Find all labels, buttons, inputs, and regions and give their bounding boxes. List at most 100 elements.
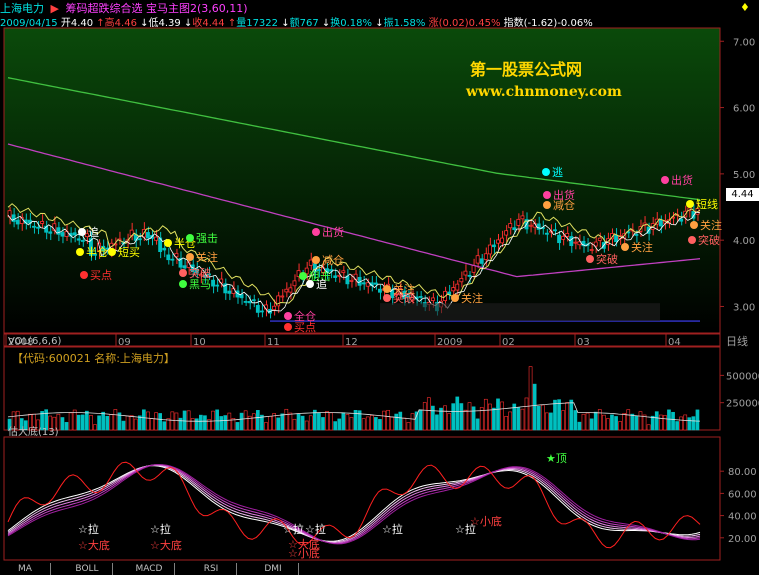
signal-label: 关注: [631, 240, 653, 254]
tab-ma[interactable]: MA: [0, 563, 51, 575]
volume-bar: [142, 409, 146, 431]
signal-dot: [78, 228, 86, 236]
volume-bar: [361, 418, 366, 431]
watermark-url[interactable]: www.chnmoney.com: [466, 84, 622, 100]
signal-dot: [186, 234, 194, 242]
candle-body: [597, 237, 602, 241]
candle-body: [634, 233, 639, 236]
volume-bar: [626, 409, 631, 431]
volume-bar: [345, 414, 350, 431]
volume-bar: [443, 405, 447, 431]
candle-body: [455, 283, 460, 291]
candle-body: [463, 270, 468, 276]
signal-label: 黑马: [189, 278, 211, 291]
bell-icon[interactable]: ♦: [740, 1, 752, 14]
candle-body: [373, 282, 378, 285]
volume-bar: [243, 410, 248, 431]
price-panel-background: [4, 28, 720, 333]
chart-canvas: 追半仓 短买买点半仓 强击关注突破黑马出货减仓狙击追全仓买点关注突破 关注逃出货减仓突…: [3, 27, 759, 561]
volume-bar: [549, 412, 553, 431]
volume-bar: [634, 415, 639, 431]
volume-bar: [646, 424, 651, 431]
candle-body: [243, 301, 248, 303]
candle-body: [496, 239, 500, 244]
volume-bar: [483, 398, 488, 431]
price-tick-label: 3.00: [733, 302, 755, 313]
tab-rsi[interactable]: RSI: [186, 563, 237, 575]
volume-bar: [292, 418, 297, 431]
candle-body: [145, 232, 150, 239]
indicator-band-line: [7, 464, 701, 543]
volume-bar: [264, 422, 268, 431]
candle-body: [483, 253, 488, 260]
date-axis-unit: 日线: [726, 334, 748, 348]
candle-body: [451, 287, 456, 292]
candle-body: [170, 258, 175, 261]
current-price-tag: 4.44: [726, 188, 759, 201]
volume-bar: [382, 410, 386, 431]
candle-body: [40, 221, 45, 224]
volume-label: 量: [236, 18, 247, 29]
indicator-frame: [3, 436, 721, 561]
signal-label: 关注: [461, 291, 483, 305]
signal-dot: [284, 312, 292, 320]
volume-bar: [581, 413, 586, 431]
amount-label: 额: [289, 18, 300, 29]
candle-body: [60, 232, 65, 237]
signal-dot: [80, 271, 88, 279]
volume-bar: [561, 410, 565, 431]
volume-bar: [683, 414, 688, 431]
volume-bar: [536, 405, 541, 431]
volume-bar: [695, 409, 700, 431]
candle-body: [475, 255, 480, 264]
volume-bar: [402, 417, 407, 431]
candle-body: [308, 259, 313, 266]
volume-bar: [276, 417, 281, 431]
candle-body: [288, 287, 293, 293]
indicator-tick-label: 80.00: [728, 467, 757, 478]
signal-dot: [543, 191, 551, 199]
volume-bar: [64, 422, 69, 431]
volume-bar: [341, 412, 346, 431]
volume-bar: [304, 420, 309, 431]
volume-bar: [133, 418, 138, 431]
volume-bar: [687, 417, 692, 431]
candle-body: [255, 305, 260, 313]
volume-bar: [113, 409, 118, 431]
volume-bar: [146, 411, 150, 431]
volume-bar: [121, 420, 126, 431]
volume-bar: [154, 412, 158, 431]
volume-bar: [378, 419, 382, 431]
volume-bar: [650, 415, 655, 431]
volume-bar: [284, 408, 289, 431]
volume-bar: [667, 409, 671, 431]
candle-body: [353, 273, 358, 280]
volume-bar: [369, 415, 374, 431]
volume-bar: [585, 412, 590, 431]
volume-bar: [593, 411, 598, 431]
volume-bar: [329, 412, 333, 431]
amplitude-value: 1.58%: [393, 18, 426, 29]
tab-dmi[interactable]: DMI: [248, 563, 299, 575]
candle-body: [215, 284, 220, 287]
signal-dot: [621, 243, 629, 251]
volume-bar: [618, 421, 622, 431]
signal-label: 半仓: [86, 245, 108, 259]
signal-dot: [312, 256, 320, 264]
signal-dot: [690, 221, 698, 229]
signal-dot: [688, 236, 696, 244]
candle-body: [72, 232, 77, 236]
volume-tick-label: 500000: [726, 371, 759, 382]
volume-bar: [557, 399, 561, 431]
volume-bar: [577, 421, 582, 431]
candle-body: [365, 282, 370, 287]
tab-macd[interactable]: MACD: [124, 563, 175, 575]
candle-body: [247, 301, 252, 304]
volume-title: VOL(6,6,6): [8, 336, 61, 347]
indicator-title: 估大底(13): [8, 425, 59, 438]
volume-bar: [488, 403, 492, 431]
candle-body: [251, 299, 256, 302]
indicator-signal-label: ☆拉: [283, 522, 304, 536]
high-value: 4.46: [114, 18, 137, 29]
tab-boll[interactable]: BOLL: [62, 563, 113, 575]
